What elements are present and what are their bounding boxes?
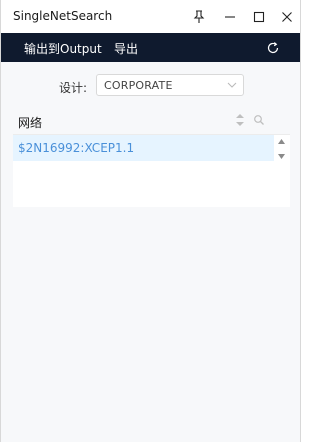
scroll-up-icon[interactable] <box>277 138 286 145</box>
net-cell: $2N16992:XCEP1.1 <box>18 141 135 155</box>
net-table: 网络 $2N16992:XCEP1.1 <box>13 107 290 207</box>
close-icon <box>282 11 292 22</box>
menu-output-to-output[interactable]: 输出到Output <box>24 40 102 57</box>
menu-bar: 输出到Output 导出 <box>1 33 300 62</box>
pin-icon <box>193 9 205 23</box>
design-select[interactable]: CORPORATE <box>96 74 244 96</box>
maximize-button[interactable] <box>244 0 274 33</box>
design-select-value: CORPORATE <box>104 79 173 92</box>
close-button[interactable] <box>272 0 302 33</box>
design-label: 设计: <box>59 81 88 95</box>
app-window: SingleNetSearch 输出到Output 导出 设计: CORPORA… <box>0 0 301 442</box>
column-header-net: 网络 <box>18 116 43 130</box>
maximize-icon <box>253 11 265 22</box>
scroll-down-icon[interactable] <box>277 153 286 160</box>
menu-export[interactable]: 导出 <box>114 40 138 57</box>
refresh-button[interactable] <box>264 39 282 57</box>
pin-button[interactable] <box>184 0 214 33</box>
minimize-button[interactable] <box>215 0 245 33</box>
refresh-icon <box>267 42 279 54</box>
search-icon[interactable] <box>253 114 265 126</box>
sort-icon[interactable] <box>235 113 245 127</box>
minimize-icon <box>225 15 235 18</box>
table-header: 网络 <box>13 107 290 135</box>
main-content: 设计: CORPORATE 网络 $2N16992:XCEP1.1 <box>1 62 300 442</box>
table-row[interactable]: $2N16992:XCEP1.1 <box>13 135 274 161</box>
chevron-down-icon <box>227 82 237 88</box>
window-title: SingleNetSearch <box>13 9 113 23</box>
title-bar: SingleNetSearch <box>1 0 300 33</box>
